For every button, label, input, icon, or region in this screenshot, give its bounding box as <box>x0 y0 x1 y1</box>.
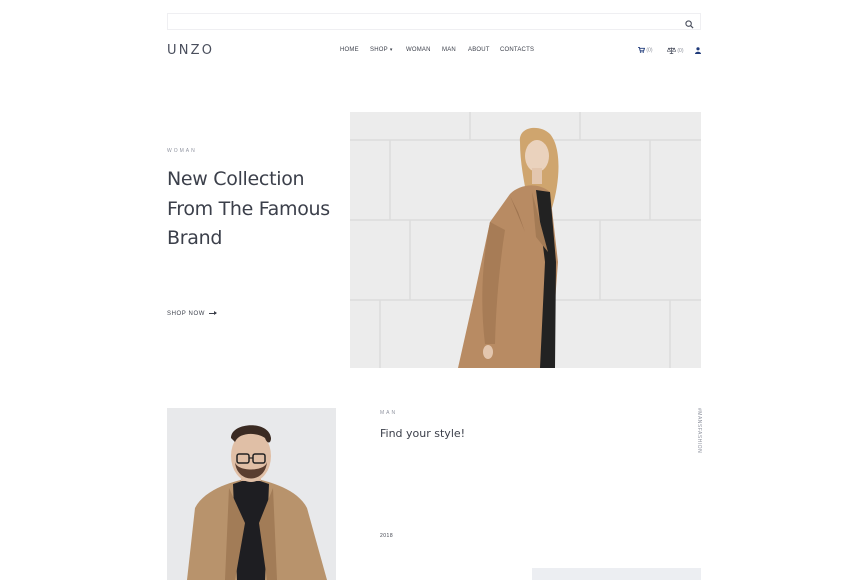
compare-button[interactable]: (0) <box>666 47 684 55</box>
user-icon <box>695 47 701 54</box>
year-label: 2018 <box>380 533 394 539</box>
logo[interactable]: UNZO <box>167 43 214 58</box>
nav-shop-label: SHOP <box>370 47 388 53</box>
shop-now-label: SHOP NOW <box>167 311 206 317</box>
chevron-down-icon: ▾ <box>389 47 393 53</box>
cart-icon <box>638 46 646 53</box>
placeholder-block <box>532 568 701 580</box>
arrow-right-icon <box>209 310 218 315</box>
hashtag-vertical: #MANSFASHION <box>696 408 702 454</box>
man-category-label: MAN <box>380 410 398 416</box>
shop-now-link[interactable]: SHOP NOW <box>167 310 218 317</box>
hero-title-line-2: From The Famous <box>167 197 330 220</box>
hero-title-line-3: Brand <box>167 227 223 249</box>
nav-about[interactable]: ABOUT <box>468 47 490 53</box>
nav-woman[interactable]: WOMAN <box>406 47 431 53</box>
hero-category-label: WOMAN <box>167 148 197 154</box>
compare-count: (0) <box>677 47 684 54</box>
account-button[interactable] <box>695 47 701 55</box>
hero-title: New Collection From The Famous Brand <box>167 165 347 254</box>
nav-contacts[interactable]: CONTACTS <box>500 47 534 53</box>
man-section-image <box>167 408 336 580</box>
hero-title-line-1: New Collection <box>167 168 305 190</box>
hero-image-woman-in-coat <box>350 112 701 368</box>
search-icon[interactable] <box>685 16 696 29</box>
nav-shop[interactable]: SHOP ▾ <box>370 47 393 53</box>
scales-icon <box>666 47 677 54</box>
cart-button[interactable]: (0) <box>638 46 653 55</box>
nav-home[interactable]: HOME <box>340 47 359 53</box>
man-section-title: Find your style! <box>380 427 466 440</box>
search-input[interactable] <box>168 14 690 29</box>
cart-count: (0) <box>646 47 653 54</box>
nav-man[interactable]: MAN <box>442 47 456 53</box>
search-bar <box>167 13 701 30</box>
